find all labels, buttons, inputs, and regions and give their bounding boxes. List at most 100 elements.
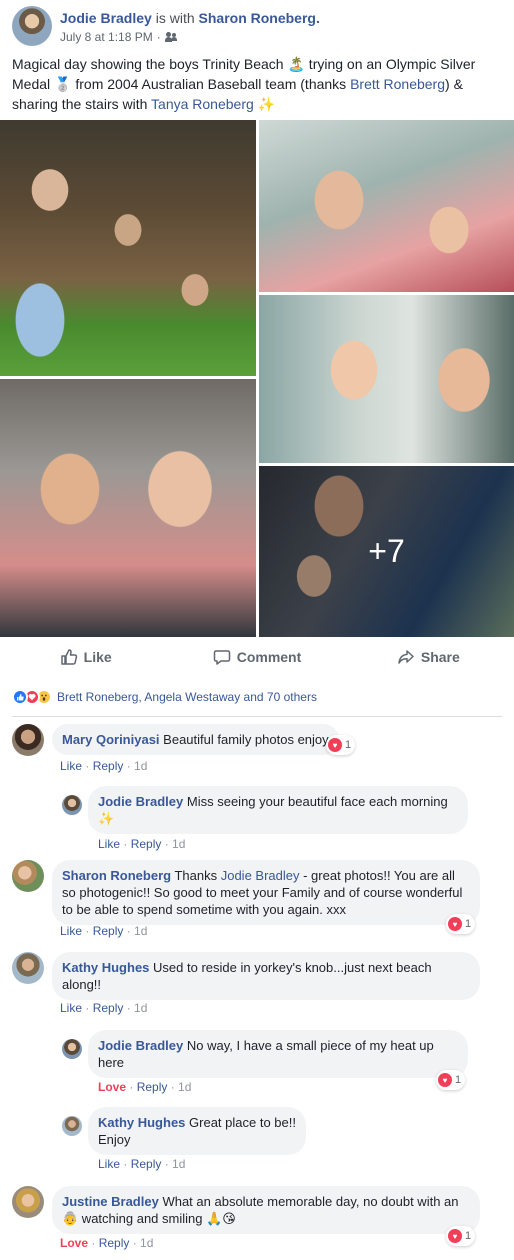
photo-1[interactable]	[0, 120, 256, 376]
comment-reaction-badge[interactable]: ♥ 1	[326, 735, 356, 755]
share-button[interactable]: Share	[343, 642, 514, 672]
reply-author[interactable]: Kathy Hughes	[98, 1115, 185, 1130]
comment-bubble: Mary Qoriniyasi Beautiful family photos …	[52, 724, 339, 755]
comment: Mary Qoriniyasi Beautiful family photos …	[12, 724, 502, 778]
reply-text: Miss seeing your beautiful face each mor…	[186, 794, 448, 809]
friends-icon[interactable]	[164, 32, 178, 42]
comment-author[interactable]: Kathy Hughes	[62, 960, 149, 975]
post-text-part: Magical day showing the boys Trinity Bea…	[12, 56, 288, 72]
commenter-avatar[interactable]	[12, 860, 44, 892]
replier-avatar[interactable]	[62, 795, 82, 815]
comment-text: watching and smiling	[78, 1211, 207, 1226]
divider	[12, 716, 502, 717]
comment-author[interactable]: Mary Qoriniyasi	[62, 732, 160, 747]
reply-bubble: Jodie Bradley Miss seeing your beautiful…	[88, 786, 468, 834]
reply-reaction-badge[interactable]: ♥ 1	[436, 1070, 466, 1090]
reaction-count: 1	[465, 918, 472, 930]
reply-author[interactable]: Jodie Bradley	[98, 794, 183, 809]
reply-actions: Like · Reply · 1d	[98, 1157, 186, 1171]
photo-4[interactable]	[0, 379, 256, 637]
comment-reaction-badge[interactable]: ♥ 1	[446, 1226, 476, 1246]
comment-reply-link[interactable]: Reply	[93, 1001, 124, 1015]
comment-author[interactable]: Justine Bradley	[62, 1194, 159, 1209]
reply-time[interactable]: 1d	[172, 837, 185, 851]
mention-tanya[interactable]: Tanya Roneberg	[151, 96, 254, 112]
mention-brett[interactable]: Brett Roneberg	[350, 76, 445, 92]
comment-love-link[interactable]: Love	[60, 1236, 88, 1250]
reply-time[interactable]: 1d	[178, 1080, 191, 1094]
comment-bubble: Kathy Hughes Used to reside in yorkey's …	[52, 952, 480, 1000]
author-avatar[interactable]	[12, 6, 52, 46]
heart-icon: ♥	[448, 917, 462, 931]
reply-like-link[interactable]: Like	[98, 837, 120, 851]
comment-reaction-badge[interactable]: ♥ 1	[446, 914, 476, 934]
comment-bubble: Justine Bradley What an absolute memorab…	[52, 1186, 480, 1234]
comment-time[interactable]: 1d	[140, 1236, 153, 1250]
commenter-avatar[interactable]	[12, 1186, 44, 1218]
post-actions: Like Comment Share	[0, 642, 514, 672]
reply-like-link[interactable]: Like	[98, 1157, 120, 1171]
comment-text: Thanks	[174, 868, 221, 883]
reply-reply-link[interactable]: Reply	[131, 1157, 162, 1171]
replier-avatar[interactable]	[62, 1116, 82, 1136]
comment-time[interactable]: 1d	[134, 759, 147, 773]
comment: Justine Bradley What an absolute memorab…	[12, 1186, 502, 1252]
replier-avatar[interactable]	[62, 1039, 82, 1059]
commenter-avatar[interactable]	[12, 952, 44, 984]
comment-mention[interactable]: Jodie Bradley	[221, 868, 300, 883]
reply-author[interactable]: Jodie Bradley	[98, 1038, 183, 1053]
comment-reply-link[interactable]: Reply	[93, 924, 124, 938]
like-button[interactable]: Like	[0, 642, 171, 672]
reply-bubble: Jodie Bradley No way, I have a small pie…	[88, 1030, 468, 1078]
with-text: is with	[151, 10, 199, 26]
thumbs-up-icon	[60, 649, 77, 665]
comment-bubble: Sharon Roneberg Thanks Jodie Bradley - g…	[52, 860, 480, 925]
tagged-person[interactable]: Sharon Roneberg.	[199, 10, 320, 26]
comment-actions: Like · Reply · 1d	[60, 759, 148, 773]
medal-emoji-icon: 🥈	[54, 76, 72, 92]
reply-love-link[interactable]: Love	[98, 1080, 126, 1094]
comment-like-link[interactable]: Like	[60, 759, 82, 773]
sparkle-emoji-icon: ✨	[98, 811, 115, 826]
comment-time[interactable]: 1d	[134, 924, 147, 938]
reactions-text[interactable]: Brett Roneberg, Angela Westaway and 70 o…	[57, 690, 317, 704]
comment-reply-link[interactable]: Reply	[93, 759, 124, 773]
reply-reply-link[interactable]: Reply	[131, 837, 162, 851]
reply-time[interactable]: 1d	[172, 1157, 185, 1171]
comment-label: Comment	[236, 649, 302, 665]
pray-kiss-emoji-icon: 🙏😘	[206, 1211, 236, 1226]
reply-bubble: Kathy Hughes Great place to be!! Enjoy	[88, 1107, 306, 1155]
post-header: Jodie Bradley is with Sharon Roneberg. J…	[12, 6, 502, 50]
reactions-summary[interactable]: Brett Roneberg, Angela Westaway and 70 o…	[12, 688, 502, 706]
reply: Kathy Hughes Great place to be!! Enjoy L…	[62, 1107, 482, 1173]
photo-2[interactable]	[259, 120, 514, 292]
reaction-count: 1	[345, 739, 352, 751]
beach-emoji-icon: 🏝️	[287, 56, 305, 72]
post-timestamp[interactable]: July 8 at 1:18 PM	[60, 30, 153, 44]
commenter-avatar[interactable]	[12, 724, 44, 756]
comment-actions: Like · Reply · 1d	[60, 1001, 148, 1015]
comment-actions: Like · Reply · 1d	[60, 924, 148, 938]
reply-reply-link[interactable]: Reply	[137, 1080, 168, 1094]
comment: Kathy Hughes Used to reside in yorkey's …	[12, 952, 502, 1018]
more-photos-count: +7	[368, 533, 405, 569]
comment-reply-link[interactable]: Reply	[99, 1236, 130, 1250]
photo-5-more[interactable]: +7	[259, 466, 514, 637]
comment-text: What an absolute memorable day, no doubt…	[162, 1194, 459, 1209]
comment-icon	[213, 650, 230, 665]
sparkle-emoji-icon: ✨	[257, 96, 276, 112]
post-author-line: Jodie Bradley is with Sharon Roneberg.	[60, 10, 320, 26]
comment: Sharon Roneberg Thanks Jodie Bradley - g…	[12, 860, 502, 942]
comment-like-link[interactable]: Like	[60, 1001, 82, 1015]
post-author-name[interactable]: Jodie Bradley	[60, 10, 152, 26]
comment-button[interactable]: Comment	[171, 642, 342, 672]
heart-icon: ♥	[328, 738, 342, 752]
share-label: Share	[420, 649, 460, 665]
grandma-emoji-icon: 👵	[62, 1211, 79, 1226]
comment-author[interactable]: Sharon Roneberg	[62, 868, 171, 883]
post-text-part: from 2004 Australian Baseball team (than…	[71, 76, 351, 92]
comment-time[interactable]: 1d	[134, 1001, 147, 1015]
reply: Jodie Bradley Miss seeing your beautiful…	[62, 786, 482, 856]
comment-like-link[interactable]: Like	[60, 924, 82, 938]
photo-3[interactable]	[259, 295, 514, 463]
